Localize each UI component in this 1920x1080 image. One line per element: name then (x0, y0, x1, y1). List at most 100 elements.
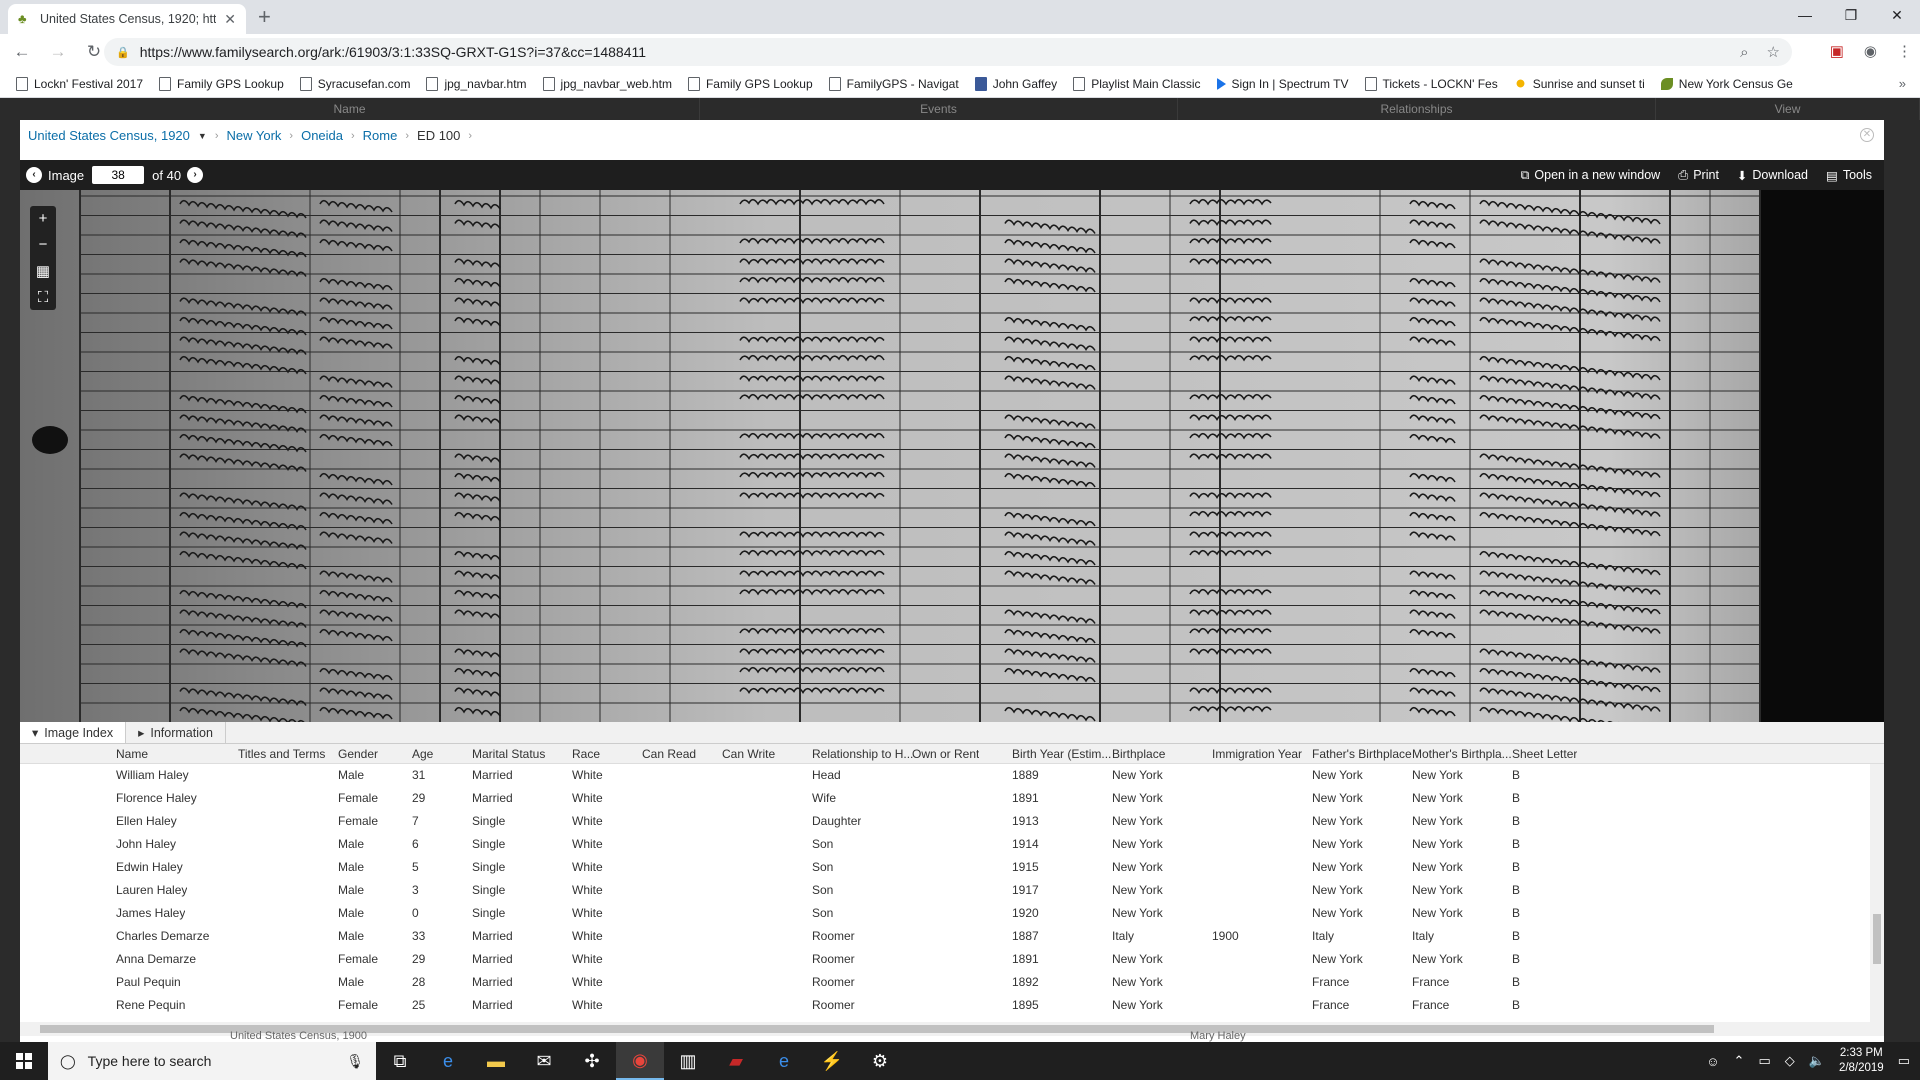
new-tab-icon[interactable]: + (258, 5, 271, 29)
internet-explorer-icon[interactable]: e (760, 1042, 808, 1080)
column-header[interactable]: Titles and Terms (238, 744, 325, 764)
notifications-icon[interactable]: ▭ (1898, 1053, 1910, 1069)
column-header[interactable]: Birth Year (Estim... (1012, 744, 1111, 764)
bookmark-item[interactable]: Family GPS Lookup (680, 72, 821, 96)
taskbar-search[interactable]: ◯ Type here to search 🎙 (48, 1042, 376, 1080)
mail-icon[interactable]: ✉ (520, 1042, 568, 1080)
bookmark-item[interactable]: Lockn' Festival 2017 (8, 72, 151, 96)
next-image-icon[interactable]: › (187, 167, 204, 183)
minimize-icon[interactable]: — (1782, 0, 1828, 30)
table-row[interactable]: Anna Demarze Female 29 Married White Roomer 18… (20, 948, 1868, 971)
bookmark-item[interactable]: Tickets - LOCKN' Fes (1357, 72, 1506, 96)
column-header[interactable]: Immigration Year (1212, 744, 1302, 764)
maximize-icon[interactable]: ❐ (1828, 0, 1874, 30)
table-row[interactable]: Paul Pequin Male 28 Married White Roomer 1892 N… (20, 971, 1868, 994)
table-cell-birth: 1891 (1012, 791, 1039, 805)
bookmark-item[interactable]: New York Census Ge (1653, 72, 1801, 96)
close-viewer-icon[interactable]: ✕ (1860, 128, 1874, 142)
table-row[interactable]: Florence Haley Female 29 Married White Wife 18… (20, 787, 1868, 810)
dropbox-icon[interactable]: ◇ (1785, 1053, 1795, 1069)
column-header[interactable]: Can Write (722, 744, 775, 764)
column-header[interactable]: Name (116, 744, 148, 764)
table-row[interactable]: William Haley Male 31 Married White Head 1889 N… (20, 764, 1868, 787)
bookmark-item[interactable]: FamilyGPS - Navigat (821, 72, 967, 96)
vertical-scrollbar[interactable] (1870, 764, 1884, 1022)
close-window-icon[interactable]: ✕ (1874, 0, 1920, 30)
forward-icon[interactable]: → (44, 42, 72, 62)
bookmark-item[interactable]: Family GPS Lookup (151, 72, 292, 96)
bookmark-item[interactable]: Sign In | Spectrum TV (1209, 72, 1357, 96)
volume-icon[interactable]: 🔈 (1809, 1053, 1825, 1069)
more-bookmarks-icon[interactable]: » (1899, 76, 1906, 91)
grid-view-icon[interactable]: ▦ (36, 262, 50, 280)
zoom-out-icon[interactable]: − (39, 236, 48, 253)
table-row[interactable]: Edwin Haley Male 5 Single White Son 1915 New Yo… (20, 856, 1868, 879)
breadcrumb-city[interactable]: Rome (363, 128, 398, 143)
zoom-icon[interactable]: ⌕ (1740, 44, 1748, 61)
app-icon[interactable]: ▥ (664, 1042, 712, 1080)
bookmark-item[interactable]: Playlist Main Classic (1065, 72, 1208, 96)
breadcrumb-state[interactable]: New York (226, 128, 281, 143)
table-row[interactable]: Ellen Haley Female 7 Single White Daughter 191… (20, 810, 1868, 833)
clock[interactable]: 2:33 PM 2/8/2019 (1839, 1046, 1884, 1076)
app-icon[interactable]: ✣ (568, 1042, 616, 1080)
profile-icon[interactable]: ◉ (1864, 42, 1877, 60)
download-button[interactable]: ⬇ Download (1737, 168, 1808, 183)
column-header[interactable]: Relationship to H... (812, 744, 913, 764)
column-header[interactable]: Father's Birthplace (1312, 744, 1412, 764)
task-view-icon[interactable]: ⧉ (376, 1042, 424, 1080)
breadcrumb-collection[interactable]: United States Census, 1920 (28, 128, 190, 143)
tools-button[interactable]: ▤ Tools (1826, 168, 1872, 183)
address-bar[interactable]: 🔒 https://www.familysearch.org/ark:/6190… (104, 38, 1792, 66)
column-header[interactable]: Marital Status (472, 744, 545, 764)
tab-information[interactable]: ▸ Information (126, 722, 226, 743)
table-row[interactable]: Rene Pequin Female 25 Married White Roomer 189… (20, 994, 1868, 1017)
column-header[interactable]: Gender (338, 744, 378, 764)
bookmark-item[interactable]: Sunrise and sunset ti (1506, 72, 1653, 96)
fullscreen-icon[interactable]: ⛶ (38, 289, 49, 306)
windows-start-icon[interactable] (0, 1042, 48, 1080)
people-icon[interactable]: ☺ (1706, 1054, 1719, 1069)
tab-image-index[interactable]: ▾ Image Index (20, 722, 127, 743)
close-tab-icon[interactable]: ✕ (224, 11, 236, 28)
prev-image-icon[interactable]: ‹ (26, 167, 42, 183)
network-icon[interactable]: ▭ (1758, 1053, 1770, 1069)
table-row[interactable]: Lauren Haley Male 3 Single White Son 1917 New Y… (20, 879, 1868, 902)
url-text[interactable]: https://www.familysearch.org/ark:/61903/… (140, 44, 1722, 60)
table-row[interactable]: John Haley Male 6 Single White Son 1914 New Yor… (20, 833, 1868, 856)
column-header[interactable]: Mother's Birthpla... (1412, 744, 1512, 764)
microphone-icon[interactable]: 🎙 (346, 1053, 364, 1070)
open-new-window-button[interactable]: ⧉ Open in a new window (1520, 168, 1660, 183)
extension-icon[interactable]: ▣ (1830, 42, 1844, 60)
app-icon[interactable]: ⚙ (856, 1042, 904, 1080)
scroll-thumb[interactable] (1873, 914, 1881, 964)
column-header[interactable]: Can Read (642, 744, 696, 764)
census-scan-image[interactable]: + − ▦ ⛶ (20, 190, 1884, 722)
column-header[interactable]: Own or Rent (912, 744, 979, 764)
edge-icon[interactable]: e (424, 1042, 472, 1080)
app-icon[interactable]: ⚡ (808, 1042, 856, 1080)
bookmark-item[interactable]: John Gaffey (967, 72, 1066, 96)
file-explorer-icon[interactable]: ▬ (472, 1042, 520, 1080)
chrome-icon[interactable]: ◉ (616, 1042, 664, 1080)
column-header[interactable]: Age (412, 744, 433, 764)
app-icon[interactable]: ▰ (712, 1042, 760, 1080)
column-header[interactable]: Race (572, 744, 600, 764)
column-header[interactable]: Birthplace (1112, 744, 1165, 764)
table-row[interactable]: James Haley Male 0 Single White Son 1920 New Yo… (20, 902, 1868, 925)
back-icon[interactable]: ← (8, 42, 36, 62)
bookmark-item[interactable]: jpg_navbar_web.htm (535, 72, 680, 96)
image-number-input[interactable] (92, 166, 145, 184)
column-header[interactable]: Sheet Letter (1512, 744, 1577, 764)
chevron-up-icon[interactable]: ⌃ (1734, 1053, 1745, 1069)
print-button[interactable]: ⎙ Print (1678, 168, 1719, 183)
dropdown-icon[interactable]: ▼ (198, 131, 207, 141)
menu-icon[interactable]: ⋮ (1897, 42, 1912, 60)
bookmark-item[interactable]: jpg_navbar.htm (418, 72, 534, 96)
browser-tab[interactable]: ♣ United States Census, 1920; https ✕ (8, 4, 246, 34)
bookmark-item[interactable]: Syracusefan.com (292, 72, 419, 96)
star-icon[interactable]: ☆ (1767, 43, 1780, 61)
breadcrumb-county[interactable]: Oneida (301, 128, 343, 143)
table-row[interactable]: Charles Demarze Male 33 Married White Roomer 1… (20, 925, 1868, 948)
zoom-in-icon[interactable]: + (39, 210, 48, 227)
